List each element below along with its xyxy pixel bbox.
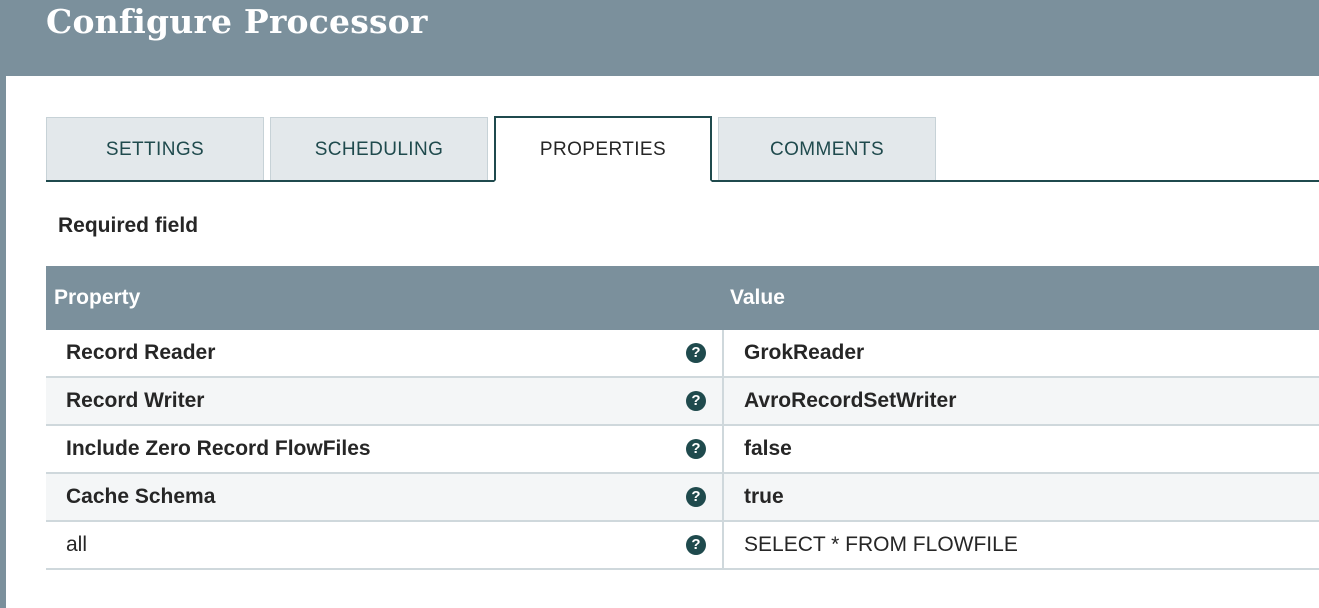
table-row[interactable]: Cache Schema ? true [46,474,1319,522]
tab-properties[interactable]: PROPERTIES [494,116,712,182]
property-name: all [66,533,88,556]
column-divider [722,522,724,568]
column-divider [722,474,724,520]
tab-comments[interactable]: COMMENTS [718,117,936,180]
dialog-header: Configure Processor [6,0,1319,76]
question-circle-icon[interactable]: ? [686,487,706,507]
property-value[interactable]: SELECT * FROM FLOWFILE [744,522,1018,568]
table-row[interactable]: all ? SELECT * FROM FLOWFILE [46,522,1319,570]
table-row[interactable]: Include Zero Record FlowFiles ? false [46,426,1319,474]
table-row[interactable]: Record Writer ? AvroRecordSetWriter [46,378,1319,426]
property-name: Record Writer [66,389,205,412]
column-header-property[interactable]: Property [54,266,140,330]
properties-table-header: Property Value [46,266,1319,330]
tab-settings[interactable]: SETTINGS [46,117,264,180]
question-circle-icon[interactable]: ? [686,535,706,555]
property-value[interactable]: GrokReader [744,330,864,376]
question-circle-icon[interactable]: ? [686,439,706,459]
dialog-left-edge [0,0,6,608]
column-header-value[interactable]: Value [730,266,785,330]
tab-scheduling[interactable]: SCHEDULING [270,117,488,180]
question-circle-icon[interactable]: ? [686,343,706,363]
properties-table: Property Value Record Reader ? GrokReade… [46,266,1319,570]
property-name: Include Zero Record FlowFiles [66,437,371,460]
property-value[interactable]: true [744,474,784,520]
property-name: Cache Schema [66,485,216,508]
configure-processor-dialog: Configure Processor SETTINGS SCHEDULING … [0,0,1319,608]
property-value[interactable]: false [744,426,792,472]
property-name: Record Reader [66,341,216,364]
column-divider [722,378,724,424]
question-circle-icon[interactable]: ? [686,391,706,411]
dialog-title: Configure Processor [46,2,428,41]
tab-bar: SETTINGS SCHEDULING PROPERTIES COMMENTS [46,116,1319,182]
column-divider [722,330,724,376]
table-row[interactable]: Record Reader ? GrokReader [46,330,1319,378]
property-value[interactable]: AvroRecordSetWriter [744,378,956,424]
required-field-label: Required field [58,214,199,237]
column-divider [722,426,724,472]
